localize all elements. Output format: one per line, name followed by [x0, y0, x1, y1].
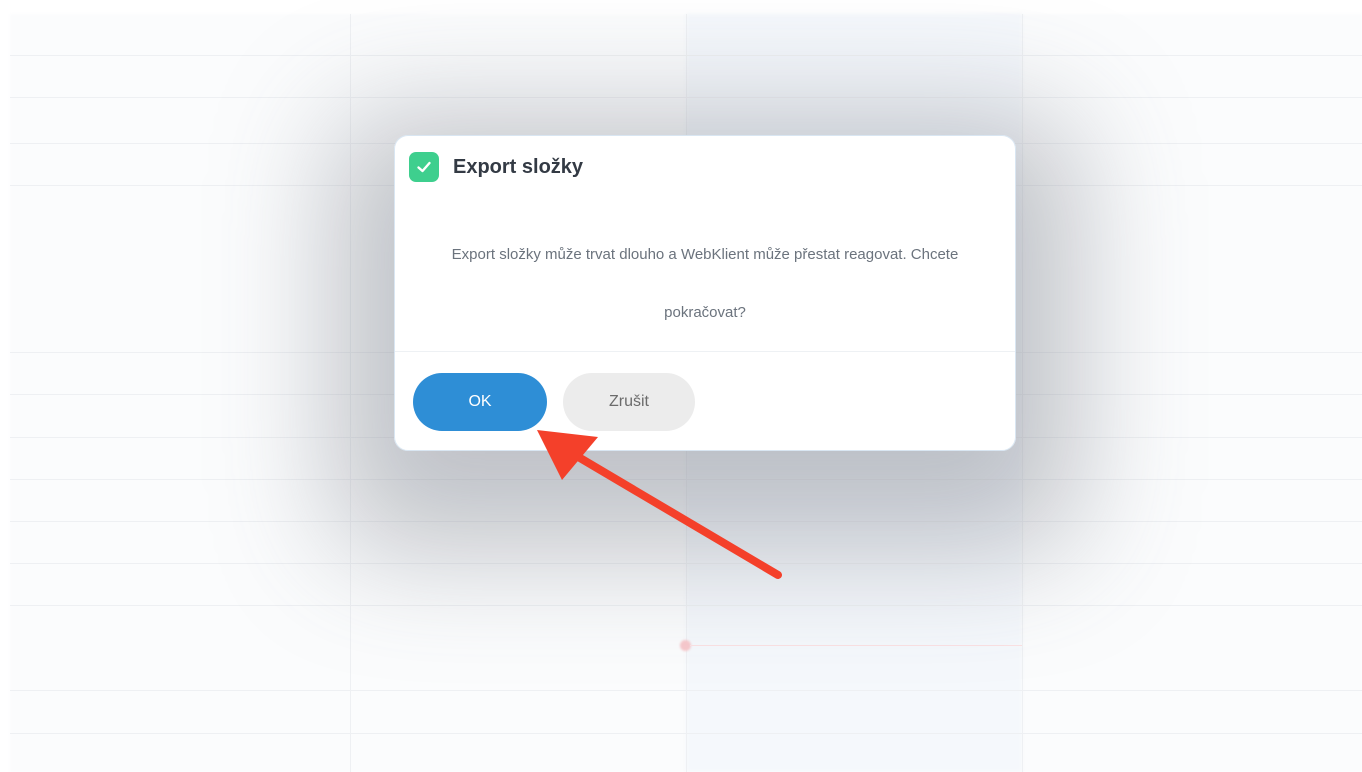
ok-button[interactable]: OK	[413, 373, 547, 431]
dialog-message: Export složky může trvat dlouho a WebKli…	[451, 246, 959, 321]
background-marker-line	[690, 645, 1022, 646]
dialog-divider	[395, 351, 1015, 352]
dialog-title: Export složky	[453, 155, 584, 178]
dialog-header: Export složky	[409, 152, 583, 182]
checkmark-icon	[409, 152, 439, 182]
export-folder-dialog: Export složky Export složky může trvat d…	[394, 135, 1016, 451]
cancel-button[interactable]: Zrušit	[563, 373, 695, 431]
grid-column-line	[350, 14, 351, 772]
grid-column-line	[1022, 14, 1023, 772]
screen: Export složky Export složky může trvat d…	[0, 0, 1362, 772]
